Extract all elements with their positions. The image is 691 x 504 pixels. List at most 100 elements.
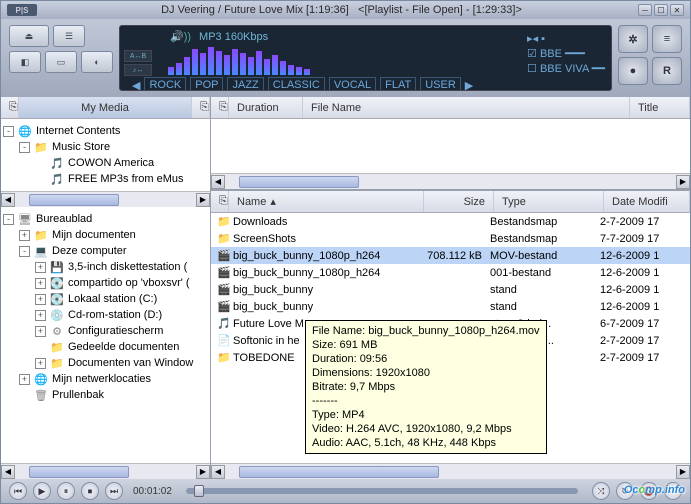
stop-button[interactable]: ⏹ [81,482,99,500]
file-date: 12-6-2009 1 [600,284,686,296]
tree-label: Deze computer [52,245,127,257]
eq-prev-icon[interactable]: ◀ [132,79,140,92]
eq-next-icon[interactable]: ▶ [465,79,473,92]
tree-item[interactable]: 🗑Prullenbak [3,387,208,403]
ab-repeat-button[interactable]: A↔B [124,50,152,62]
expand-toggle[interactable]: + [35,262,46,273]
tree-label: FREE MP3s from eMus [68,173,184,185]
speaker-icon: 🔊)) [170,30,191,43]
col-date[interactable]: Date Modifi [604,191,690,212]
tree-item[interactable]: +💽compartido op 'vboxsvr' ( [3,275,208,291]
file-row[interactable]: 🎬big_buck_bunny_1080p_h264001-bestand12-… [211,264,690,281]
tree-item[interactable]: +💿Cd-rom-station (D:) [3,307,208,323]
col-size[interactable]: Size [424,191,494,212]
eq-preset-user[interactable]: USER [420,77,461,91]
tree-item[interactable]: +💽Lokaal station (C:) [3,291,208,307]
file-icon: 📁 [215,232,233,245]
prev-button[interactable]: ⏮ [9,482,27,500]
title-text: DJ Veering / Future Love Mix [1:19:36] <… [45,4,638,16]
file-date: 2-7-2009 17 [600,352,686,364]
close-button[interactable]: ✕ [670,4,684,16]
expand-toggle[interactable]: + [35,358,46,369]
file-row[interactable]: 🎬big_buck_bunnystand12-6-2009 1 [211,298,690,315]
col-duration[interactable]: Duration [229,97,303,118]
tree-label: Mijn documenten [52,229,136,241]
playlist-hscroll[interactable]: ◀▶ [211,173,690,189]
expand-toggle[interactable]: + [19,374,30,385]
maximize-button[interactable]: ☐ [654,4,668,16]
file-row[interactable]: 🎬big_buck_bunny_1080p_h264708.112 kBMOV-… [211,247,690,264]
file-icon: 📄 [215,334,233,347]
expand-toggle[interactable]: - [19,246,30,257]
expand-toggle[interactable]: + [35,278,46,289]
tree-icon: 📁 [33,228,49,242]
video-button[interactable]: ▭ [45,51,77,73]
sidebar-menu-button[interactable]: ⎘ [192,97,210,118]
expand-toggle[interactable]: - [3,126,14,137]
tree-item[interactable]: -📁Music Store [3,139,208,155]
play-button[interactable]: ▶ [33,482,51,500]
tree-item[interactable]: +💾3,5-inch diskettestation ( [3,259,208,275]
tree-item[interactable]: -🌐Internet Contents [3,123,208,139]
expand-toggle[interactable]: + [35,294,46,305]
eq-preset-vocal[interactable]: VOCAL [329,77,376,91]
expand-toggle[interactable]: + [35,310,46,321]
pause-button[interactable]: ⏸ [57,482,75,500]
col-filename[interactable]: File Name [303,97,630,118]
expand-toggle[interactable]: + [35,326,46,337]
tree1-hscroll[interactable]: ◀▶ [1,191,210,207]
col-type[interactable]: Type [494,191,604,212]
col-name[interactable]: Name ▴ [229,191,424,212]
eq-preset-jazz[interactable]: JAZZ [227,77,263,91]
crossfade-button[interactable]: ♪↔ [124,64,152,76]
tree-item[interactable]: +📁Documenten van Window [3,355,208,371]
tree-item[interactable]: 🎵COWON America [3,155,208,171]
tree-item[interactable]: 🎵FREE MP3s from eMus [3,171,208,187]
record-button[interactable]: ● [618,57,648,85]
next-button[interactable]: ⏭ [105,482,123,500]
playlist-collapse-button[interactable]: ⎘ [211,97,229,118]
tree-item[interactable]: 📁Gedeelde documenten [3,339,208,355]
filebrowser-collapse-button[interactable]: ⎘ [211,191,229,212]
file-row[interactable]: 📁ScreenShotsBestandsmap7-7-2009 17 [211,230,690,247]
file-icon: 📁 [215,351,233,364]
seek-slider[interactable] [186,488,578,494]
eject-button[interactable]: ⏏ [9,25,49,47]
eq-preset-flat[interactable]: FLAT [380,77,416,91]
tree-item[interactable]: +🌐Mijn netwerklocaties [3,371,208,387]
expand-toggle[interactable]: - [3,214,14,225]
viva-toggle[interactable]: BBE VIVA [540,63,589,75]
file-icon: 🎵 [215,317,233,330]
shuffle-button[interactable]: ⤨ [592,482,610,500]
effects-button[interactable]: ✲ [618,25,648,53]
bbe-toggle[interactable]: BBE [540,48,562,60]
eq-preset-pop[interactable]: POP [190,77,223,91]
eq-preset-classic[interactable]: CLASSIC [268,77,325,91]
app-logo: P|S [7,4,37,16]
tree-item[interactable]: +📁Mijn documenten [3,227,208,243]
file-row[interactable]: 📁DownloadsBestandsmap2-7-2009 17 [211,213,690,230]
expand-toggle[interactable]: + [19,230,30,241]
playmode-icon[interactable]: ▸◂ ▪ [527,33,545,45]
transport-bar: ⏮ ▶ ⏸ ⏹ ⏭ 00:01:02 ⤨ ↻ 🔇 ⋯ [1,479,690,503]
sidebar-collapse-button[interactable]: ⎘ [1,97,19,118]
tree-item[interactable]: -🖥Bureaublad [3,211,208,227]
tree-item[interactable]: +⚙Configuratiescherm [3,323,208,339]
filelist-hscroll[interactable]: ◀▶ [211,463,690,479]
tree-label: Cd-rom-station (D:) [68,309,162,321]
album-button[interactable]: ◧ [9,51,41,73]
tree-icon: 🌐 [33,372,49,386]
eq-preset-rock[interactable]: ROCK [144,77,186,91]
tree2-hscroll[interactable]: ◀▶ [1,463,210,479]
skin-button[interactable]: ◐ [81,51,113,73]
file-date: 12-6-2009 1 [600,267,686,279]
file-row[interactable]: 🎬big_buck_bunnystand12-6-2009 1 [211,281,690,298]
rip-button[interactable]: R [652,57,682,85]
tree-item[interactable]: -💻Deze computer [3,243,208,259]
minimize-button[interactable]: ─ [638,4,652,16]
file-icon: 🎬 [215,266,233,279]
playlist-button[interactable]: ☰ [53,25,85,47]
expand-toggle[interactable]: - [19,142,30,153]
col-title[interactable]: Title [630,97,690,118]
equalizer-button[interactable]: ≡ [652,25,682,53]
